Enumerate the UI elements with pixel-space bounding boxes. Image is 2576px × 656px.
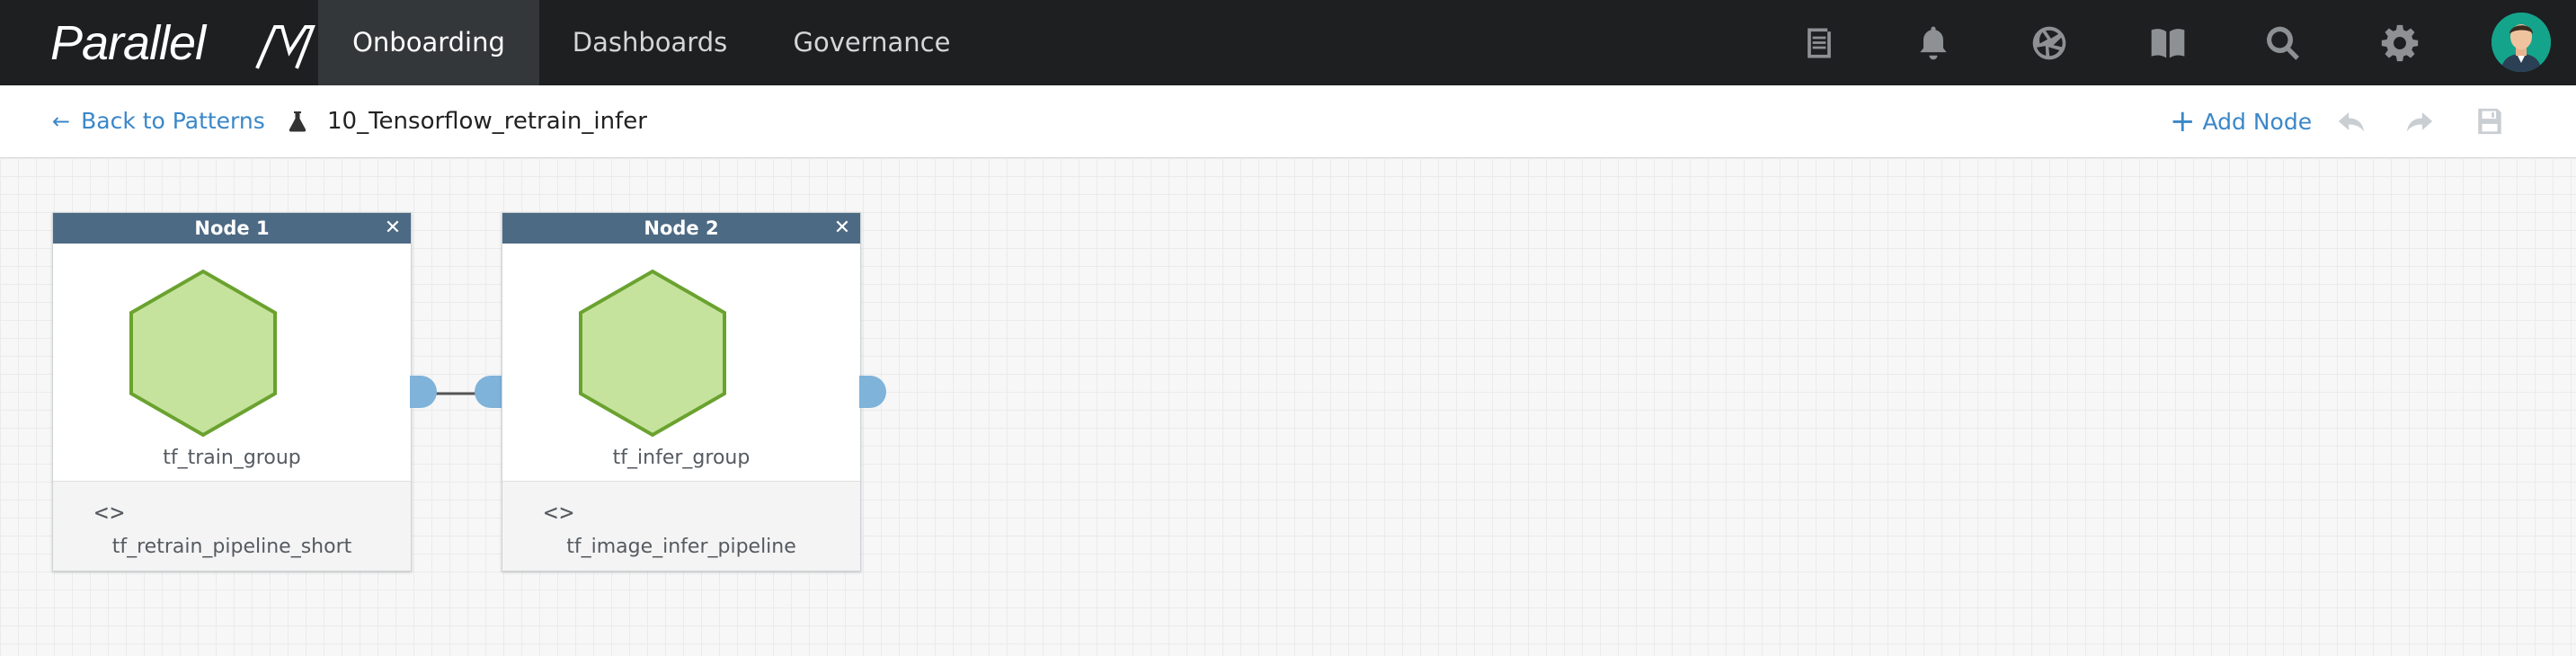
- close-icon[interactable]: ✕: [830, 213, 855, 244]
- pipeline-label: tf_retrain_pipeline_short: [111, 536, 352, 558]
- group-hexagon-icon: [129, 269, 277, 438]
- tab-governance[interactable]: Governance: [773, 0, 971, 85]
- pipeline-node-1[interactable]: Node 1 ✕ tf_train_group <> tf_retrain_pi…: [52, 212, 412, 572]
- gear-icon[interactable]: [2373, 16, 2427, 70]
- parallelm-logo[interactable]: Parallel: [50, 16, 315, 70]
- logo-mark: [255, 25, 315, 69]
- top-navigation-bar: Parallel Onboarding Dashboards Governanc…: [0, 0, 2576, 85]
- logo-text: Parallel: [50, 16, 206, 70]
- undo-icon[interactable]: [2333, 105, 2369, 137]
- bell-icon[interactable]: [1906, 16, 1960, 70]
- node-title: Node 2: [644, 217, 719, 239]
- plus-icon: +: [2170, 103, 2196, 139]
- aperture-icon[interactable]: [2022, 16, 2076, 70]
- document-icon[interactable]: [1792, 16, 1846, 70]
- back-to-patterns-link[interactable]: ← Back to Patterns: [52, 85, 265, 157]
- save-icon[interactable]: [2472, 105, 2508, 137]
- code-icon: <>: [544, 500, 576, 527]
- group-label: tf_train_group: [163, 447, 301, 469]
- avatar-illustration: [2492, 13, 2551, 72]
- node-1-output-port[interactable]: [410, 376, 437, 408]
- flask-icon: [289, 111, 306, 132]
- node-2-input-port[interactable]: [475, 376, 502, 408]
- user-avatar[interactable]: [2492, 13, 2551, 72]
- node-header: Node 1: [53, 213, 411, 244]
- node-title: Node 1: [194, 217, 270, 239]
- arrow-left-icon: ←: [52, 109, 71, 134]
- node-footer: <> tf_retrain_pipeline_short: [53, 482, 411, 571]
- redo-icon[interactable]: [2402, 105, 2438, 137]
- tab-onboarding[interactable]: Onboarding: [318, 0, 539, 85]
- search-icon[interactable]: [2256, 16, 2310, 70]
- group-hexagon-icon: [579, 269, 726, 438]
- pattern-name: 10_Tensorflow_retrain_infer: [327, 108, 647, 135]
- node-header: Node 2: [502, 213, 860, 244]
- book-icon[interactable]: [2141, 16, 2195, 70]
- group-label: tf_infer_group: [612, 447, 751, 469]
- tab-dashboards[interactable]: Dashboards: [557, 0, 742, 85]
- close-icon[interactable]: ✕: [380, 213, 405, 244]
- add-node-button[interactable]: + Add Node: [2170, 85, 2312, 157]
- pattern-canvas[interactable]: Node 1 ✕ tf_train_group <> tf_retrain_pi…: [0, 158, 2576, 656]
- node-footer: <> tf_image_infer_pipeline: [502, 482, 860, 571]
- add-node-label: Add Node: [2202, 109, 2313, 135]
- pipeline-label: tf_image_infer_pipeline: [566, 536, 796, 558]
- code-icon: <>: [94, 500, 127, 527]
- pipeline-node-2[interactable]: Node 2 ✕ tf_infer_group <> tf_image_infe…: [502, 212, 861, 572]
- back-label: Back to Patterns: [81, 108, 265, 134]
- pattern-toolbar: ← Back to Patterns 10_Tensorflow_retrain…: [0, 85, 2576, 158]
- node-2-output-port[interactable]: [859, 376, 886, 408]
